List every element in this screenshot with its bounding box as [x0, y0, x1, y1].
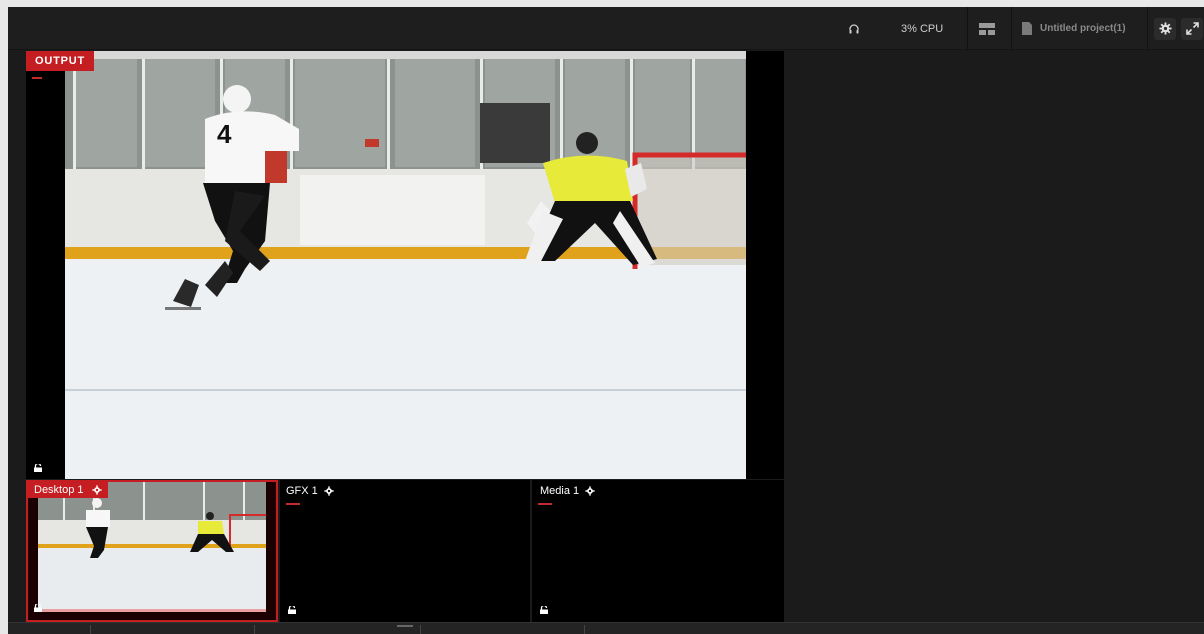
source-label-bar: Media 1 [540, 484, 595, 498]
document-icon [1020, 7, 1034, 50]
divider [967, 7, 968, 50]
top-bar: 3% CPU Untitled project(1) [8, 7, 1204, 50]
gear-icon[interactable] [585, 486, 595, 496]
divider [1011, 7, 1012, 50]
lock-icon[interactable] [34, 604, 42, 612]
project-name[interactable]: Untitled project(1) [1040, 7, 1126, 50]
fullscreen-button[interactable] [1180, 7, 1204, 50]
gear-icon[interactable] [324, 486, 334, 496]
source-label-bar: Desktop 1 [28, 482, 108, 498]
app-window: 3% CPU Untitled project(1) 4 OUTPUT Desk… [8, 7, 1204, 634]
headphones-icon[interactable] [846, 7, 862, 50]
expand-icon[interactable] [1181, 17, 1203, 40]
cpu-indicator: 3% CPU [901, 22, 944, 35]
audio-indicator [286, 503, 300, 505]
output-right-bar [746, 51, 784, 479]
lock-icon[interactable] [34, 464, 42, 472]
lock-icon[interactable] [288, 606, 296, 614]
source-label-bar: GFX 1 [286, 484, 334, 498]
source-label: Media 1 [540, 485, 580, 497]
audio-indicator [538, 503, 552, 505]
svg-text:4: 4 [217, 119, 232, 149]
output-video-frame: 4 [65, 51, 746, 479]
source-label: Desktop 1 [34, 484, 84, 496]
resize-handle[interactable] [397, 625, 413, 627]
gear-icon[interactable] [91, 485, 102, 495]
settings-button[interactable] [1152, 7, 1178, 50]
source-media-1[interactable]: Media 1 [532, 480, 784, 622]
output-badge: OUTPUT [26, 51, 95, 71]
output-preview[interactable]: 4 [65, 51, 746, 479]
bottom-panel-bar[interactable] [8, 622, 1204, 634]
divider [1147, 7, 1148, 50]
layout-icon[interactable] [976, 7, 998, 50]
lock-icon[interactable] [540, 606, 548, 614]
desktop-preview-frame [38, 482, 266, 612]
audio-indicator [32, 77, 42, 79]
source-desktop-1[interactable]: Desktop 1 [26, 480, 278, 622]
source-gfx-1[interactable]: GFX 1 [280, 480, 530, 622]
gear-icon[interactable] [1154, 17, 1176, 40]
source-label: GFX 1 [286, 485, 318, 497]
output-left-bar [26, 51, 65, 479]
